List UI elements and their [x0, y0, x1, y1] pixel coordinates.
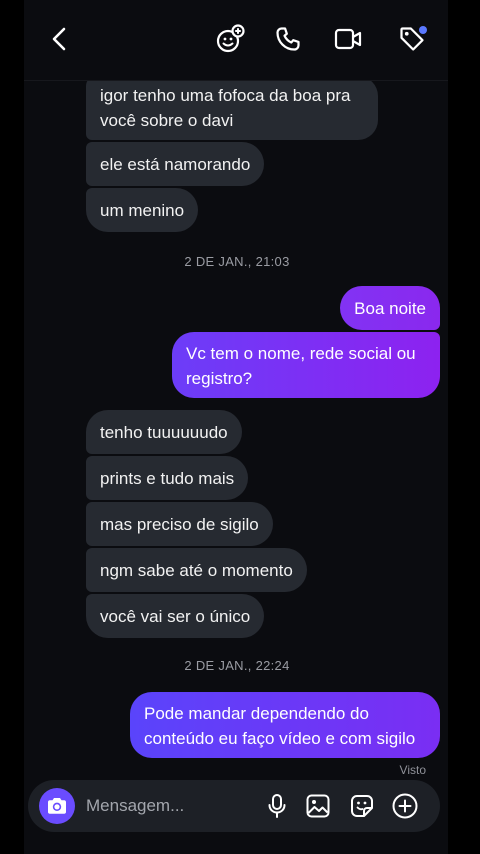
message-text: prints e tudo mais: [100, 469, 235, 488]
sticker-button[interactable]: [347, 791, 377, 821]
chat-screen: igor tenho uma fofoca da boa pra você so…: [0, 0, 480, 854]
seen-status: Visto: [399, 763, 426, 777]
phone-icon: [276, 27, 300, 51]
video-icon: [334, 28, 362, 50]
microphone-icon: [268, 794, 286, 818]
message-incoming[interactable]: ele está namorando: [86, 142, 265, 186]
message-text: tenho tuuuuuudo: [100, 423, 228, 442]
add-person-button[interactable]: [212, 21, 248, 57]
message-incoming[interactable]: você vai ser o único: [86, 594, 265, 638]
message-text: Pode mandar dependendo do: [144, 704, 369, 723]
camera-button[interactable]: [39, 788, 75, 824]
message-text: registro?: [186, 369, 253, 388]
gallery-button[interactable]: [303, 791, 333, 821]
message-incoming[interactable]: igor tenho uma fofoca da boa pra você so…: [86, 76, 378, 140]
message-incoming[interactable]: ngm sabe até o momento: [86, 548, 307, 592]
message-text: Vc tem o nome, rede social ou: [186, 344, 416, 363]
message-text: mas preciso de sigilo: [100, 515, 259, 534]
message-text: conteúdo eu faço vídeo e com sigilo: [144, 729, 416, 748]
message-text: igor tenho uma fofoca da boa pra: [100, 86, 351, 105]
message-incoming[interactable]: prints e tudo mais: [86, 456, 249, 500]
timestamp: 2 DE JAN., 22:24: [184, 658, 290, 673]
message-text: um menino: [100, 201, 185, 220]
message-text: você sobre o davi: [100, 111, 234, 130]
voice-message-button[interactable]: [262, 791, 292, 821]
message-incoming[interactable]: mas preciso de sigilo: [86, 502, 273, 546]
chat-header: [24, 0, 448, 81]
message-text: você vai ser o único: [100, 607, 251, 626]
back-button[interactable]: [42, 21, 78, 57]
add-person-icon: [216, 24, 245, 53]
message-composer: [28, 780, 440, 832]
more-options-button[interactable]: [390, 791, 420, 821]
plus-icon: [392, 793, 418, 819]
notification-dot: [419, 26, 427, 34]
message-outgoing[interactable]: Pode mandar dependendo do conteúdo eu fa…: [130, 692, 440, 758]
message-outgoing[interactable]: Vc tem o nome, rede social ou registro?: [172, 332, 440, 398]
call-button[interactable]: [270, 21, 306, 57]
message-incoming[interactable]: tenho tuuuuuudo: [86, 410, 242, 454]
sticker-icon: [351, 795, 373, 817]
message-outgoing[interactable]: Boa noite: [340, 286, 440, 330]
timestamp: 2 DE JAN., 21:03: [184, 254, 290, 269]
message-input[interactable]: [86, 790, 251, 822]
image-icon: [306, 794, 330, 818]
message-text: ngm sabe até o momento: [100, 561, 293, 580]
camera-icon: [48, 798, 66, 814]
message-text: Boa noite: [354, 299, 426, 318]
message-text: ele está namorando: [100, 155, 251, 174]
back-icon: [52, 27, 66, 51]
tag-button[interactable]: [394, 21, 430, 57]
video-call-button[interactable]: [330, 21, 366, 57]
message-incoming[interactable]: um menino: [86, 188, 199, 232]
